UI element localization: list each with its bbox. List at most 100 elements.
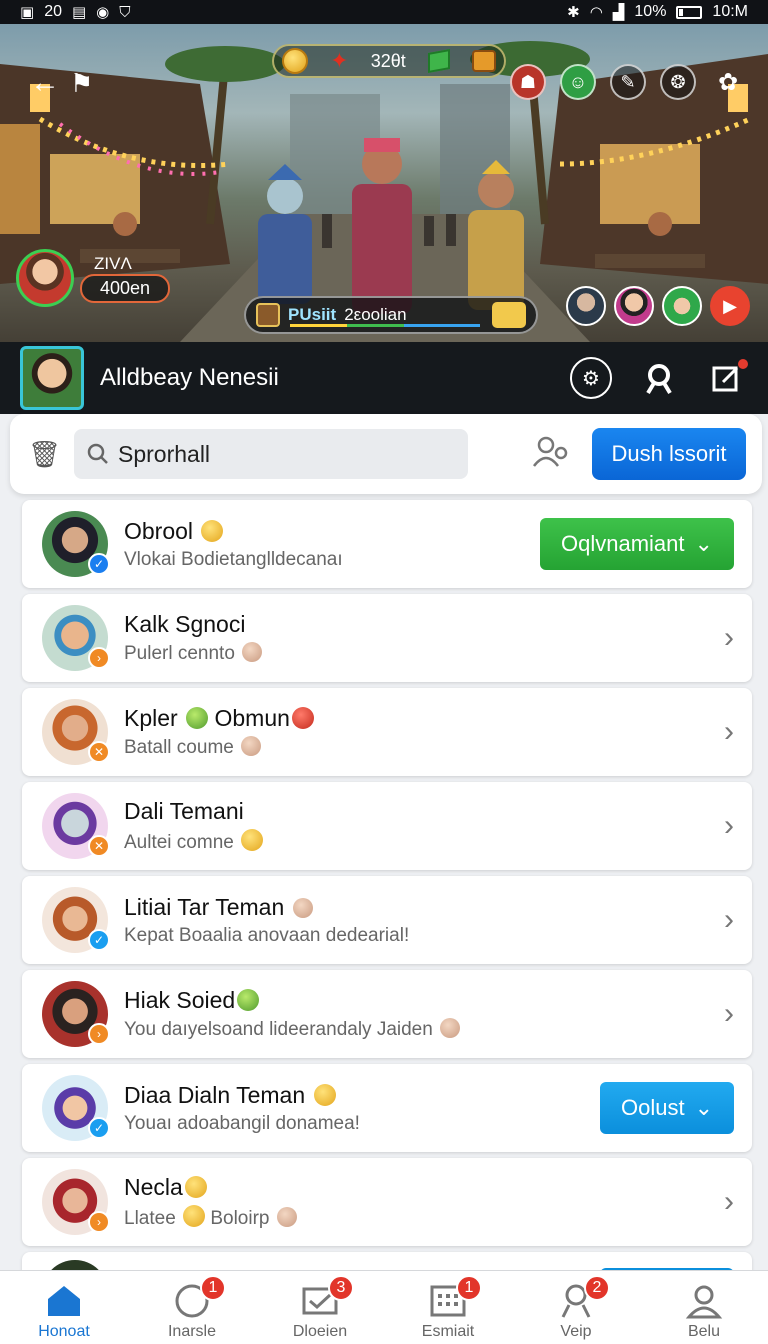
search-input[interactable] [118, 440, 448, 468]
settings-icon[interactable]: ⚙ [570, 357, 612, 399]
quest-bar[interactable]: PUsiit 2εoolian [244, 296, 538, 334]
nav-friends[interactable]: 2 Veip [512, 1271, 640, 1344]
banner-top-icons: ☗ ☺ ✎ ❂ ✿ [510, 64, 746, 100]
chevron-right-icon[interactable]: › [724, 903, 734, 937]
notification-badge: 3 [328, 1275, 354, 1301]
notification-badge: 1 [456, 1275, 482, 1301]
notification-badge: 2 [584, 1275, 610, 1301]
puzzle-icon[interactable]: ✿ [710, 64, 746, 100]
list-item[interactable]: ✓ Obrool Vlokai Bodietanglldecanaı Oqlvn… [22, 500, 752, 588]
list-item[interactable]: › Hiak Soied You daıyelsoand lideerandal… [22, 970, 752, 1058]
player-score: 400en [80, 273, 171, 303]
search-submit-button[interactable]: Dush Ɩssorit [592, 428, 746, 480]
hud-value: 32θt [370, 50, 406, 71]
search-user-icon[interactable] [638, 357, 680, 399]
friend-name: Kpler [124, 705, 178, 731]
sick-emoji-icon [237, 989, 260, 1011]
battery-icon [676, 5, 703, 19]
friend-mini-avatar[interactable] [614, 286, 654, 326]
friend-name: Necla [124, 1174, 183, 1200]
nav-inbox[interactable]: 3 Dloeien [256, 1271, 384, 1344]
friend-subtitle: Batall coume [124, 737, 234, 758]
clapboard-icon[interactable]: ✎ [610, 64, 646, 100]
friend-subtitle: You daıyelsoand lideerandaly Jaiden [124, 1019, 433, 1040]
quest-value: 2εoolian [344, 305, 407, 324]
status-bar: ▣ 20 ▤ ◉ ⛉ ✱ ◠ ▟ 10% 10:M [0, 0, 768, 24]
emoji-icon [242, 642, 263, 662]
status-badge: › [88, 1211, 110, 1233]
emoji-icon [183, 1205, 206, 1227]
home-icon [45, 1283, 83, 1323]
list-item[interactable]: ✓ Litiai Tar Teman Kepat Boaalia anovaan… [22, 876, 752, 964]
nav-chat[interactable]: 1 Inarsle [128, 1271, 256, 1344]
search-icon [87, 443, 108, 464]
chevron-right-icon[interactable]: › [724, 715, 734, 749]
cell-signal-icon: ▟ [612, 3, 625, 21]
emoji-icon [241, 736, 262, 756]
status-badge: › [88, 647, 110, 669]
back-arrow-icon[interactable]: ← [30, 68, 60, 98]
quest-name: PUsiit [288, 305, 337, 324]
status-badge: ✓ [88, 1117, 110, 1139]
emoji-icon [440, 1018, 461, 1038]
friend-name: Diaa Dialn Teman [124, 1081, 306, 1108]
friend-subtitle: Kepat Boaalia anovaan dedearial! [124, 924, 410, 946]
chevron-right-icon[interactable]: › [724, 621, 734, 655]
elf-avatar-icon[interactable]: ☺ [560, 64, 596, 100]
list-item[interactable]: › Necla Llatee Boloirp › [22, 1158, 752, 1246]
chevron-right-icon[interactable]: › [724, 809, 734, 843]
flag-icon[interactable]: ⚑ [70, 68, 93, 99]
list-item[interactable]: ✕ Kpler Obmun Batall coume › [22, 688, 752, 776]
friend-subtitle: Vlokai Bodietanglldecanaı [124, 548, 343, 570]
game-banner[interactable]: ← ⚑ ✦ 32θt ☗ ☺ ✎ ❂ ✿ ZIVΛ 400en PUsiit 2… [0, 24, 768, 342]
friend-mini-avatar[interactable] [566, 286, 606, 326]
player-card[interactable]: ZIVΛ 400en [16, 249, 171, 307]
list-item[interactable]: › Kalk Sgnoci Pulerl cennto › [22, 594, 752, 682]
nav-label: Dloeien [292, 1323, 348, 1340]
search-box[interactable] [74, 429, 468, 479]
chevron-right-icon[interactable]: › [724, 1185, 734, 1219]
nav-calendar[interactable]: 1 Esmiait [384, 1271, 512, 1344]
ninja-avatar-icon[interactable]: ☗ [510, 64, 546, 100]
friend-subtitle: Aultei comne [124, 832, 234, 853]
friend-action-button[interactable]: Oolust ⌄ [600, 1082, 734, 1134]
friend-name: Kalk Sgnoci [124, 611, 246, 637]
status-badge: ✕ [88, 741, 110, 763]
profile-name: Alldbeay Nenesii [100, 364, 279, 391]
coin-icon [282, 48, 308, 74]
friend-name-suffix: Obmun [214, 705, 290, 731]
chest-icon [471, 50, 496, 72]
palette-icon[interactable]: ❂ [660, 64, 696, 100]
nav-home[interactable]: Honoat [0, 1271, 128, 1344]
list-item[interactable]: ✕ Dali Temani Aultei comne › [22, 782, 752, 870]
wifi-icon: ◉ [96, 3, 110, 21]
player-avatar [16, 249, 74, 307]
friend-name: Litiai Tar Teman [124, 893, 285, 920]
trash-icon[interactable]: 🗑︎ [28, 439, 68, 470]
nav-label: Honoat [38, 1323, 90, 1340]
search-card: 🗑︎ Dush Ɩssorit [10, 414, 762, 494]
friend-action-button[interactable]: Oqlvnamiant ⌄ [540, 518, 734, 570]
add-friend-icon[interactable] [532, 434, 570, 475]
profile-avatar[interactable] [20, 346, 84, 410]
quest-progress-bar [290, 324, 480, 327]
emoji-icon [292, 897, 313, 918]
list-item[interactable]: ✓ Diaa Dialn Teman Youaı adoabangil dona… [22, 1064, 752, 1152]
status-badge: ✓ [88, 553, 110, 575]
nav-label: Veip [560, 1323, 592, 1340]
bluetooth-icon: ✱ [567, 3, 580, 21]
friend-mini-avatar[interactable] [662, 286, 702, 326]
friend-name: Dali Temani [124, 798, 244, 824]
nav-profile[interactable]: Belu [640, 1271, 768, 1344]
key-icon [492, 302, 526, 328]
shield-icon: ⛉ [119, 3, 131, 21]
edit-icon[interactable] [706, 357, 748, 399]
friend-subtitle: Llatee [124, 1208, 176, 1229]
friend-subtitle-suffix: Boloirp [210, 1208, 270, 1229]
chevron-right-icon[interactable]: › [724, 997, 734, 1031]
wifi-signal-icon: ◠ [589, 3, 603, 21]
hud-resource-bar[interactable]: ✦ 32θt [272, 44, 506, 78]
smile-emoji-icon [184, 1176, 207, 1198]
play-icon[interactable]: ▶ [710, 286, 750, 326]
friend-name: Hiak Soied [124, 987, 236, 1013]
